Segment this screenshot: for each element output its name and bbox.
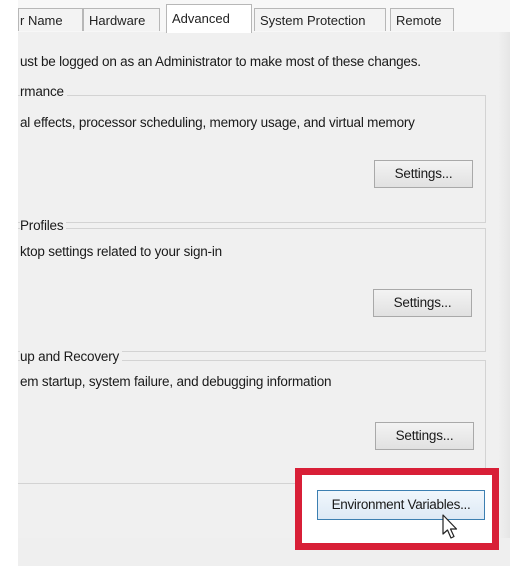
user-profiles-title: Profiles (20, 218, 67, 233)
tab-remote[interactable]: Remote (390, 8, 454, 31)
startup-recovery-title: up and Recovery (20, 349, 123, 364)
tab-advanced[interactable]: Advanced (166, 4, 252, 33)
performance-description: al effects, processor scheduling, memory… (20, 115, 415, 130)
advanced-tab-panel: ust be logged on as an Administrator to … (18, 32, 510, 538)
panel-edge (498, 32, 510, 538)
tab-system-protection[interactable]: System Protection (254, 8, 386, 31)
tab-computer-name[interactable]: r Name (18, 8, 83, 31)
admin-notice: ust be logged on as an Administrator to … (20, 54, 421, 69)
startup-recovery-description: em startup, system failure, and debuggin… (20, 374, 332, 389)
performance-settings-button[interactable]: Settings... (374, 160, 473, 188)
mouse-cursor-icon (442, 514, 458, 539)
user-profiles-description: ktop settings related to your sign-in (20, 244, 222, 259)
tab-hardware[interactable]: Hardware (83, 8, 160, 31)
left-background (0, 0, 18, 566)
highlight-box: Environment Variables... (295, 468, 499, 550)
performance-title: rmance (20, 84, 67, 99)
tab-strip: r Name Hardware Advanced System Protecti… (18, 4, 458, 33)
user-profiles-settings-button[interactable]: Settings... (373, 289, 472, 317)
startup-recovery-settings-button[interactable]: Settings... (375, 422, 474, 450)
